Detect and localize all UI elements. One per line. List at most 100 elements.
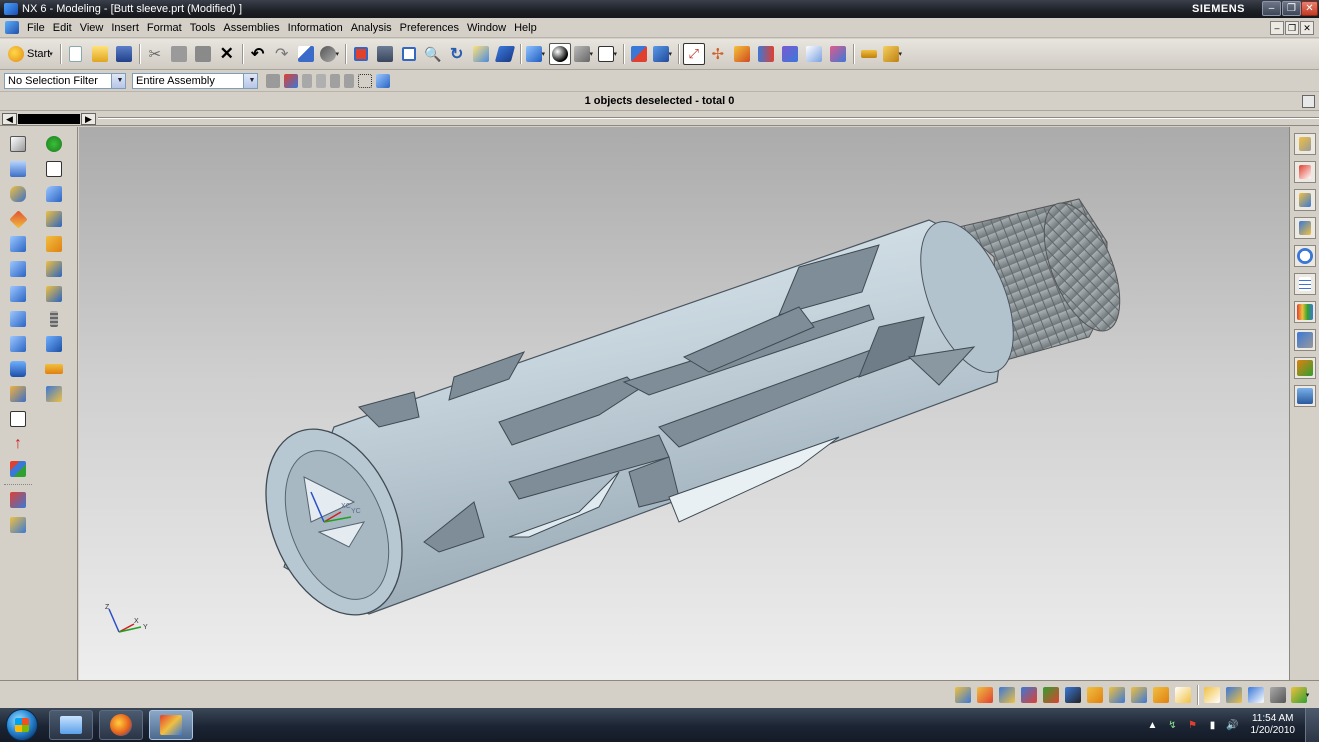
point-button[interactable] bbox=[731, 43, 753, 65]
menu-assemblies[interactable]: Assemblies bbox=[219, 18, 283, 38]
assembly-navigator-tab[interactable] bbox=[1294, 133, 1316, 155]
sketch-plane-button[interactable] bbox=[6, 407, 30, 431]
zoom-button[interactable] bbox=[398, 43, 420, 65]
solid-body-icon[interactable] bbox=[376, 73, 390, 88]
vector-button[interactable] bbox=[755, 43, 777, 65]
taskbar-app-nx[interactable] bbox=[149, 710, 193, 740]
chevron-right-icon[interactable]: ▶ bbox=[81, 113, 96, 125]
curve-button[interactable] bbox=[6, 488, 30, 512]
restore-button[interactable]: ❐ bbox=[1282, 1, 1301, 16]
cone-button[interactable] bbox=[6, 282, 30, 306]
system-materials-tab[interactable] bbox=[1294, 329, 1316, 351]
view-cross-section-button[interactable] bbox=[1202, 685, 1222, 705]
boss-button[interactable] bbox=[6, 357, 30, 381]
part-navigator-tab[interactable] bbox=[1294, 189, 1316, 211]
menu-window[interactable]: Window bbox=[463, 18, 510, 38]
move-component-button[interactable] bbox=[997, 685, 1017, 705]
open-button[interactable] bbox=[89, 43, 111, 65]
taskbar-app-firefox[interactable] bbox=[99, 710, 143, 740]
document-menu-icon[interactable] bbox=[5, 21, 19, 34]
status-options-icon[interactable] bbox=[1302, 95, 1315, 108]
edge-filter-icon[interactable] bbox=[344, 73, 354, 88]
reposition-button[interactable] bbox=[1041, 685, 1061, 705]
minimize-button[interactable]: – bbox=[1262, 1, 1281, 16]
mate-component-button[interactable] bbox=[1019, 685, 1039, 705]
delete-button[interactable]: ✕ bbox=[216, 43, 238, 65]
show-desktop-button[interactable] bbox=[1305, 708, 1319, 742]
undo-button[interactable]: ↶ bbox=[247, 43, 269, 65]
sweep-button[interactable] bbox=[6, 207, 30, 231]
menu-format[interactable]: Format bbox=[143, 18, 186, 38]
layer-settings-button[interactable] bbox=[1246, 685, 1266, 705]
more-tools-button[interactable]: ▾ bbox=[1290, 685, 1310, 705]
selection-filter-dropdown[interactable]: No Selection Filter ▼ bbox=[4, 72, 126, 89]
snap-view-button[interactable]: ▾ bbox=[652, 43, 674, 65]
zoom-window-button[interactable] bbox=[374, 43, 396, 65]
check-clearance-button[interactable] bbox=[1063, 685, 1083, 705]
cut-button[interactable]: ✂ bbox=[144, 43, 166, 65]
edge-blend-button[interactable] bbox=[42, 182, 66, 206]
csys-button[interactable] bbox=[779, 43, 801, 65]
network-activity-icon[interactable]: ↯ bbox=[1166, 718, 1180, 732]
menu-file[interactable]: File bbox=[23, 18, 49, 38]
thread-button[interactable] bbox=[42, 307, 66, 331]
part-navigator-button[interactable] bbox=[6, 132, 30, 156]
windows-start-button[interactable] bbox=[6, 709, 38, 741]
selection-options-button[interactable]: ▾ bbox=[319, 43, 341, 65]
measure-distance-button[interactable] bbox=[858, 43, 880, 65]
paste-button[interactable] bbox=[192, 43, 214, 65]
process-studio-tab[interactable] bbox=[1294, 273, 1316, 295]
pan-button[interactable] bbox=[470, 43, 492, 65]
rotate-button[interactable]: ↻ bbox=[446, 43, 468, 65]
assembly-constraints-button[interactable] bbox=[953, 685, 973, 705]
display-mode-button[interactable] bbox=[1224, 685, 1244, 705]
new-button[interactable] bbox=[65, 43, 87, 65]
visualization-tab[interactable] bbox=[1294, 301, 1316, 323]
menu-help[interactable]: Help bbox=[510, 18, 541, 38]
menu-preferences[interactable]: Preferences bbox=[396, 18, 463, 38]
trim-body-button[interactable] bbox=[42, 332, 66, 356]
rendering-style-button[interactable]: ▾ bbox=[525, 43, 547, 65]
datum-csys-button[interactable] bbox=[6, 457, 30, 481]
feature-filter-icon[interactable] bbox=[302, 73, 312, 88]
show-hidden-icons-icon[interactable]: ▲ bbox=[1146, 718, 1160, 732]
add-component-button[interactable] bbox=[975, 685, 995, 705]
assembly-navigator-icon[interactable] bbox=[266, 73, 280, 88]
background-button[interactable]: ▾ bbox=[597, 43, 619, 65]
rectangle-select-icon[interactable] bbox=[358, 73, 372, 88]
menu-information[interactable]: Information bbox=[284, 18, 347, 38]
nx5-block-button[interactable] bbox=[6, 232, 30, 256]
redo-button[interactable]: ↷ bbox=[271, 43, 293, 65]
volume-icon[interactable]: 🔊 bbox=[1226, 718, 1240, 732]
history-tab[interactable] bbox=[1294, 245, 1316, 267]
measure-button[interactable]: ▾ bbox=[882, 43, 904, 65]
start-button[interactable]: Start ▾ bbox=[4, 43, 57, 65]
system-scenes-tab[interactable] bbox=[1294, 385, 1316, 407]
menu-tools[interactable]: Tools bbox=[186, 18, 220, 38]
constraint-navigator-tab[interactable] bbox=[1294, 161, 1316, 183]
selection-scope-dropdown[interactable]: Entire Assembly ▼ bbox=[132, 72, 258, 89]
analysis-button[interactable] bbox=[803, 43, 825, 65]
extrude-button[interactable] bbox=[6, 157, 30, 181]
repeat-command-button[interactable] bbox=[295, 43, 317, 65]
sequence-button[interactable] bbox=[1107, 685, 1127, 705]
feature-more-button[interactable] bbox=[42, 382, 66, 406]
shaded-button[interactable] bbox=[548, 43, 571, 65]
menu-analysis[interactable]: Analysis bbox=[347, 18, 396, 38]
fit-button[interactable] bbox=[350, 43, 372, 65]
menu-view[interactable]: View bbox=[76, 18, 108, 38]
clock[interactable]: 11:54 AM 1/20/2010 bbox=[1251, 713, 1296, 737]
menu-edit[interactable]: Edit bbox=[49, 18, 76, 38]
orient-view-button[interactable] bbox=[494, 43, 516, 65]
link-button[interactable] bbox=[1173, 685, 1193, 705]
zoom-realtime-button[interactable]: 🔍 bbox=[422, 43, 444, 65]
doc-restore-button[interactable]: ❐ bbox=[1285, 21, 1299, 35]
chevron-left-icon[interactable]: ◀ bbox=[2, 113, 17, 125]
measure-angle-button[interactable] bbox=[827, 43, 849, 65]
chamfer-button[interactable] bbox=[42, 207, 66, 231]
power-icon[interactable]: ⚑ bbox=[1186, 718, 1200, 732]
cylinder-button[interactable] bbox=[6, 257, 30, 281]
datum-axis-button[interactable]: ↑ bbox=[6, 432, 30, 456]
wave-button[interactable] bbox=[1129, 685, 1149, 705]
nx-app-icon[interactable] bbox=[4, 3, 18, 15]
